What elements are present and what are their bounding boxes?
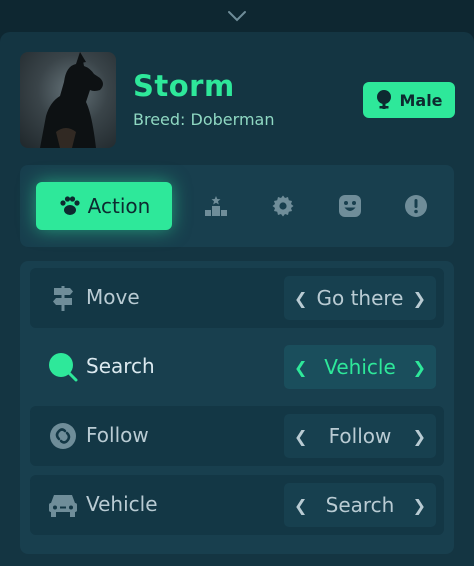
gender-label: Male bbox=[399, 90, 443, 110]
selector-value: Go there bbox=[316, 286, 404, 310]
tab-alerts[interactable] bbox=[396, 182, 436, 230]
dog-portrait bbox=[40, 52, 103, 148]
tab-action[interactable]: Action bbox=[36, 182, 172, 230]
chevron-left-icon[interactable]: ❮ bbox=[294, 496, 307, 515]
tab-bar: Action bbox=[20, 165, 454, 247]
tab-podium[interactable] bbox=[196, 182, 236, 230]
chevron-right-icon[interactable]: ❯ bbox=[413, 289, 426, 308]
action-label-follow: Follow bbox=[86, 423, 149, 447]
vehicle-target-selector[interactable]: ❮ Search ❯ bbox=[284, 483, 436, 527]
face-icon bbox=[338, 194, 362, 218]
chevron-down-icon bbox=[227, 10, 247, 22]
selector-value: Vehicle bbox=[324, 355, 396, 379]
breed-row: Breed: Doberman bbox=[133, 110, 274, 129]
selector-value: Search bbox=[325, 493, 395, 517]
search-icon bbox=[48, 352, 78, 382]
action-row-search[interactable]: Search ❮ Vehicle ❯ bbox=[30, 337, 444, 397]
signpost-icon bbox=[48, 283, 78, 313]
chevron-right-icon[interactable]: ❯ bbox=[413, 496, 426, 515]
alert-icon bbox=[404, 194, 428, 218]
tab-action-label: Action bbox=[87, 194, 151, 218]
chevron-left-icon[interactable]: ❮ bbox=[294, 427, 307, 446]
follow-target-selector[interactable]: ❮ Follow ❯ bbox=[284, 414, 436, 458]
collapse-handle[interactable] bbox=[0, 0, 474, 32]
action-row-follow[interactable]: Follow ❮ Follow ❯ bbox=[30, 406, 444, 466]
chevron-right-icon[interactable]: ❯ bbox=[413, 427, 426, 446]
action-label-search: Search bbox=[86, 354, 155, 378]
breed-value: Doberman bbox=[190, 110, 275, 129]
pet-panel: Storm Breed: Doberman Male Action Move ❮… bbox=[0, 32, 474, 566]
tab-mood[interactable] bbox=[330, 182, 370, 230]
male-icon bbox=[375, 90, 393, 110]
action-list: Move ❮ Go there ❯ Search ❮ Vehicle ❯ Fol… bbox=[20, 261, 454, 554]
move-target-selector[interactable]: ❮ Go there ❯ bbox=[284, 276, 436, 320]
selector-value: Follow bbox=[328, 424, 392, 448]
action-row-move[interactable]: Move ❮ Go there ❯ bbox=[30, 268, 444, 328]
gear-icon bbox=[271, 194, 295, 218]
avatar bbox=[20, 52, 116, 148]
search-target-selector[interactable]: ❮ Vehicle ❯ bbox=[284, 345, 436, 389]
chevron-right-icon[interactable]: ❯ bbox=[413, 358, 426, 377]
breed-label: Breed: bbox=[133, 110, 186, 129]
chevron-left-icon[interactable]: ❮ bbox=[294, 358, 307, 377]
action-label-move: Move bbox=[86, 285, 140, 309]
podium-icon bbox=[204, 194, 228, 218]
gender-badge: Male bbox=[363, 82, 455, 118]
tab-settings[interactable] bbox=[263, 182, 303, 230]
chevron-left-icon[interactable]: ❮ bbox=[294, 289, 307, 308]
action-row-vehicle[interactable]: Vehicle ❮ Search ❯ bbox=[30, 475, 444, 535]
paw-icon bbox=[58, 195, 82, 217]
action-label-vehicle: Vehicle bbox=[86, 492, 158, 516]
pet-name: Storm bbox=[133, 69, 235, 103]
follow-icon bbox=[48, 421, 78, 451]
car-icon bbox=[48, 490, 78, 520]
